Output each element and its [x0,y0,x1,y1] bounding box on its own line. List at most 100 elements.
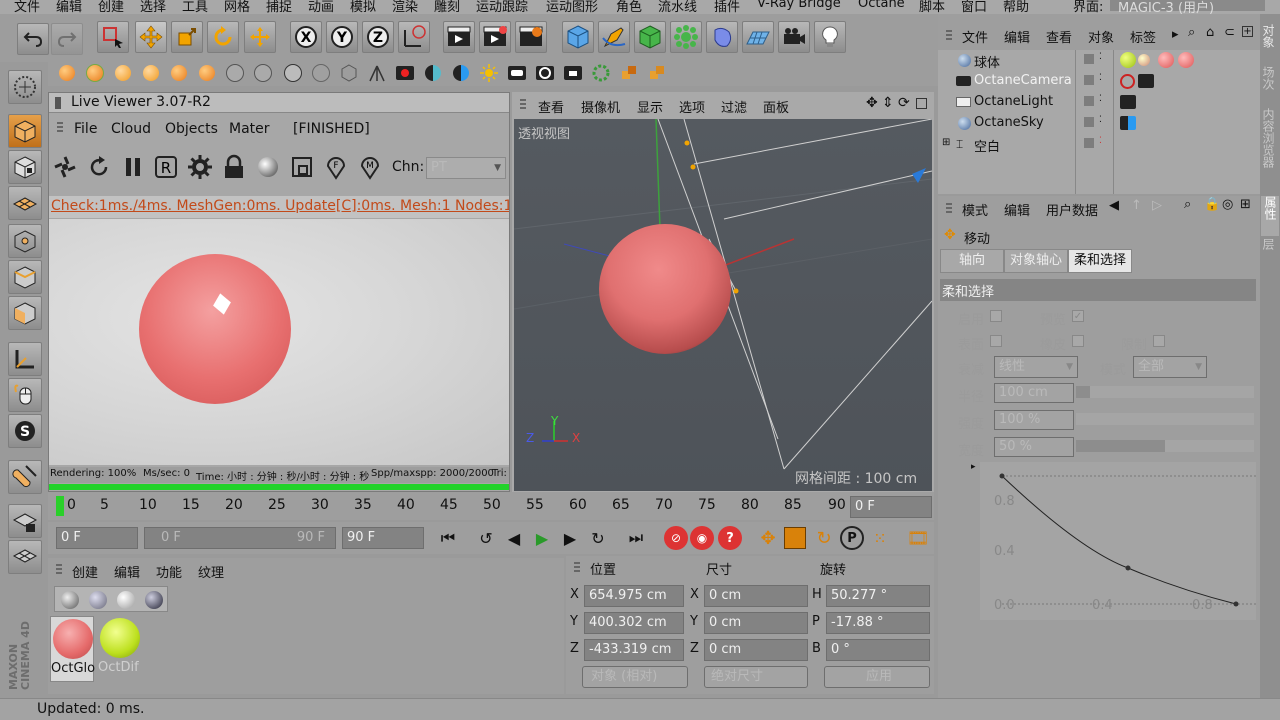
size-z-field[interactable]: 0 cm [704,639,808,661]
subdivision-surface-icon[interactable] [634,21,666,53]
vp-menu-view[interactable]: 查看 [538,97,564,116]
position-x-field[interactable]: 654.975 cm [584,585,684,607]
octane-sun-icon[interactable] [478,62,500,84]
floor-scene-icon[interactable] [742,21,774,53]
lv-menu-material[interactable]: Mater [229,121,270,137]
octane-render-icon[interactable] [56,62,78,84]
mode-dropdown[interactable]: 全部 ▼ [1133,356,1207,378]
tab-object-axis[interactable]: 对象轴心 [1004,249,1068,273]
object-name[interactable]: OctaneLight [974,94,1053,109]
key-pla-icon[interactable]: ⁙ [868,526,892,550]
limit-checkbox[interactable] [1153,335,1165,347]
menu-script[interactable]: 脚本 [919,0,945,14]
menu-sculpt[interactable]: 雕刻 [434,0,460,14]
menu-mesh[interactable]: 网格 [224,0,250,14]
lock-icon[interactable] [220,153,248,181]
viewport-sphere[interactable] [599,224,731,354]
strength-slider[interactable] [1076,413,1254,425]
texture-mode-icon[interactable] [8,150,42,184]
menu-file[interactable]: 文件 [14,0,40,14]
link-icon[interactable]: ⊂ [1224,25,1235,40]
rotation-b-field[interactable]: 0 ° [826,639,930,661]
size-y-field[interactable]: 0 cm [704,612,808,634]
octane-grid-sphere-icon[interactable] [224,62,246,84]
next-frame-icon[interactable]: ▶ [558,527,582,549]
snap-icon[interactable] [8,460,42,494]
camera-icon[interactable] [778,21,810,53]
key-parameter-icon[interactable]: P [840,526,864,550]
vp-menu-filter[interactable]: 过滤 [721,97,747,116]
send-scene-icon[interactable] [51,153,79,181]
tab-objects[interactable]: 对象 [1261,24,1277,48]
pick-material-icon[interactable]: M [356,153,384,181]
texture-tag-icon[interactable] [1138,54,1150,66]
edge-mode-icon[interactable] [8,260,42,294]
octane-camera-tag-icon[interactable] [1138,74,1154,88]
goto-end-icon[interactable]: ⏭ [624,527,648,549]
radius-field[interactable]: 100 cm [994,383,1074,403]
workplane-icon[interactable] [8,186,42,220]
object-row[interactable]: OctaneCamera ⁚ [938,71,1260,92]
menu-tools[interactable]: 工具 [182,0,208,14]
render-view-icon[interactable] [443,21,475,53]
expand-curve-icon[interactable]: ▸ [971,462,976,472]
more-arrow-icon[interactable]: ▸ [1172,27,1179,42]
layout-dropdown[interactable]: MAGIC-3 (用户) [1110,0,1265,14]
octane-target-light-icon[interactable] [534,62,556,84]
octane-vdb-icon[interactable] [646,62,668,84]
apply-button[interactable]: 应用 [824,666,930,688]
octane-camera-settings-icon[interactable] [84,62,106,84]
om-menu-object[interactable]: 对象 [1088,27,1114,46]
octane-material-icon[interactable] [112,62,134,84]
mat-menu-create[interactable]: 创建 [72,562,98,581]
object-name[interactable]: 球体 [974,52,1000,71]
play-icon[interactable]: ▶ [530,527,554,549]
object-name[interactable]: 空白 [974,136,1000,155]
octane-mix-icon[interactable] [196,62,218,84]
expand-icon[interactable]: ⊞ [942,137,950,148]
timeline-window-icon[interactable]: 🎞 [906,525,930,551]
octane-camera-red-icon[interactable] [394,62,416,84]
menu-plugins[interactable]: 插件 [714,0,740,14]
back-arrow-icon[interactable]: ◀ [1109,198,1119,213]
octane-cube-icon[interactable] [338,62,360,84]
mat-menu-edit[interactable]: 编辑 [114,562,140,581]
material-swatch[interactable]: OctDif [98,616,142,682]
z-axis-lock-icon[interactable]: Z [362,21,394,53]
next-key-icon[interactable]: ↻ [586,527,610,549]
layer-icon[interactable] [1084,54,1094,64]
pan-view-icon[interactable]: ✥ [866,95,878,111]
make-editable-icon[interactable] [8,70,42,104]
tab-soft-selection[interactable]: 柔和选择 [1068,249,1132,273]
panel-handle-icon[interactable] [55,97,61,109]
tab-layers[interactable]: 层 [1261,238,1277,250]
menu-motion-tracking[interactable]: 运动跟踪 [476,0,528,14]
layer-icon[interactable] [1084,117,1094,127]
strength-field[interactable]: 100 % [994,410,1074,430]
settings-gear-icon[interactable] [186,153,214,181]
falloff-curve-editor[interactable]: 0.8 0.4 0.0 0.4 0.8 [980,462,1256,620]
keyframe-selection-icon[interactable]: ? [718,526,742,550]
3d-viewport[interactable]: 透视视图 Y X Z 网格间距 : 100 cm [514,119,932,491]
scale-tool-icon[interactable] [171,21,203,53]
solo-mode-icon[interactable]: S [8,414,42,448]
visibility-dots-icon[interactable]: ⁚ [1099,73,1102,83]
autokey-icon[interactable]: ◉ [690,526,714,550]
octane-geo-sphere-icon[interactable] [310,62,332,84]
layer-icon[interactable] [1084,75,1094,85]
menu-render[interactable]: 渲染 [392,0,418,14]
point-mode-icon[interactable] [8,224,42,258]
attr-menu-mode[interactable]: 模式 [962,200,988,219]
om-menu-view[interactable]: 查看 [1046,27,1072,46]
octane-tripod-icon[interactable] [366,62,388,84]
object-row[interactable]: ⊞ ⌶ 空白 ⁚ [938,134,1260,155]
octane-wire-sphere-icon[interactable] [252,62,274,84]
octane-specular-icon[interactable] [168,62,190,84]
key-rotation-icon[interactable]: ↻ [812,526,836,550]
undo-icon[interactable] [17,23,49,55]
surface-checkbox[interactable] [990,335,1002,347]
object-name[interactable]: OctaneCamera [974,73,1072,88]
om-menu-file[interactable]: 文件 [962,27,988,46]
attr-menu-edit[interactable]: 编辑 [1004,200,1030,219]
menu-mograph[interactable]: 运动图形 [546,0,598,14]
